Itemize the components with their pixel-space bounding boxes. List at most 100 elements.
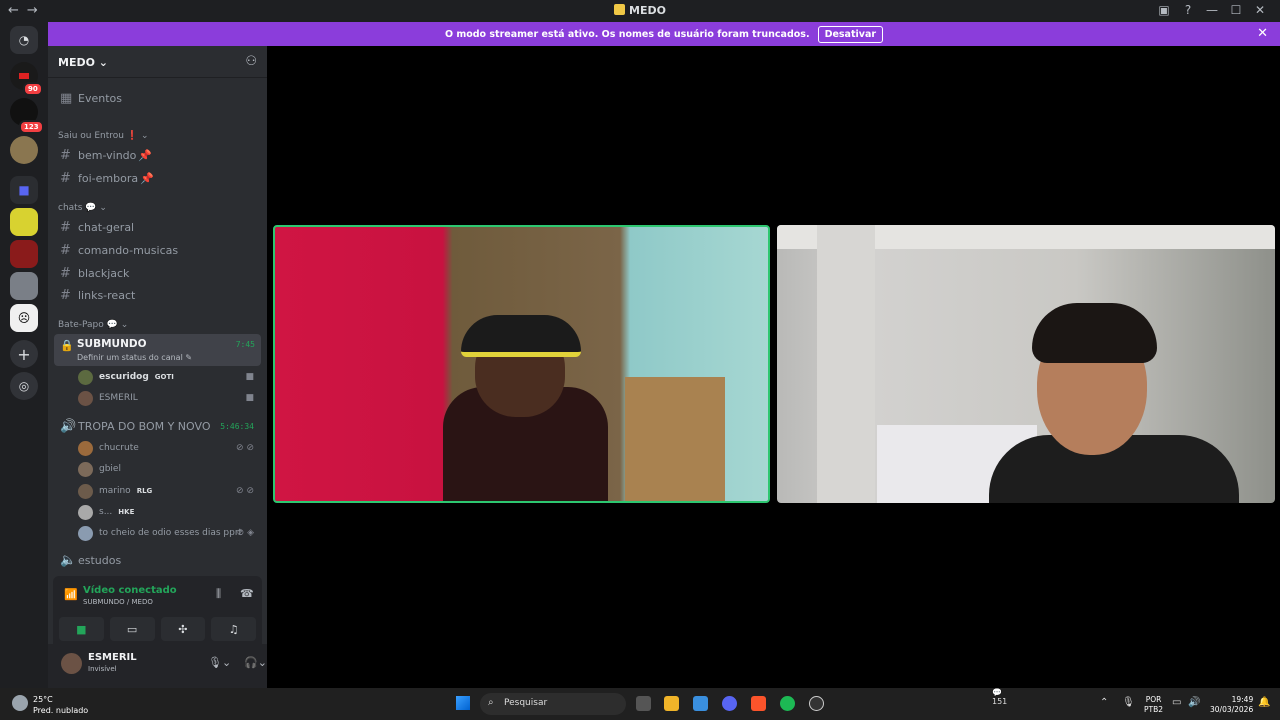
steam-icon[interactable] bbox=[809, 696, 824, 711]
channel-item[interactable]: # foi-embora 📌 bbox=[54, 167, 260, 189]
door-shape bbox=[817, 225, 875, 503]
noise-suppression-icon[interactable]: ⫼ bbox=[216, 587, 221, 601]
inbox-icon[interactable]: ▣ bbox=[1152, 3, 1176, 17]
video-tile[interactable] bbox=[273, 225, 770, 503]
clock-date: 30/03/2026 bbox=[1210, 705, 1254, 714]
banner-close-icon[interactable]: ✕ bbox=[1257, 26, 1268, 41]
channel-item[interactable]: # chat-geral bbox=[54, 216, 260, 238]
channel-name: blackjack bbox=[78, 266, 130, 280]
category-header[interactable]: Saiu ou Entrou ❗ ⌄ bbox=[58, 131, 149, 141]
hash-icon: # bbox=[60, 242, 71, 258]
weather-widget[interactable]: 25°C Pred. nublado bbox=[33, 694, 88, 716]
unread-badge: 90 bbox=[23, 82, 43, 96]
headphones-icon[interactable]: 🎧⌄ bbox=[244, 656, 267, 669]
events-item[interactable]: ▦ Eventos bbox=[54, 87, 260, 109]
member-name: marino bbox=[99, 486, 131, 496]
weather-text: Pred. nublado bbox=[33, 706, 89, 715]
chat-icon[interactable]: 💬 151 bbox=[992, 688, 1007, 706]
disconnect-icon[interactable]: ☎ bbox=[240, 587, 254, 600]
member-name: escuridog bbox=[99, 372, 149, 382]
clock-time: 19:49 bbox=[1231, 695, 1254, 704]
username[interactable]: ESMERIL bbox=[88, 652, 137, 663]
windows-start-icon[interactable] bbox=[456, 696, 470, 710]
streamer-mode-banner: O modo streamer está ativo. Os nomes de … bbox=[48, 22, 1280, 46]
taskbar-search[interactable]: ⌕ Pesquisar bbox=[480, 693, 626, 715]
drawer-shape bbox=[625, 377, 725, 501]
category-header[interactable]: chats 💬 ⌄ bbox=[58, 203, 107, 213]
language-code: POR bbox=[1145, 695, 1162, 704]
voice-status[interactable]: Vídeo conectado bbox=[83, 585, 177, 596]
spotify-icon[interactable] bbox=[780, 696, 795, 711]
minimize-button[interactable]: — bbox=[1200, 3, 1224, 17]
voice-member[interactable]: gbiel bbox=[78, 459, 258, 479]
channel-item[interactable]: # comando-musicas bbox=[54, 239, 260, 261]
voice-member[interactable]: chucrute ⊘ ⊘ bbox=[78, 438, 258, 458]
tray-expand-icon[interactable]: ⌃ bbox=[1100, 697, 1108, 708]
add-server-icon[interactable]: + bbox=[10, 340, 38, 368]
hash-icon: # bbox=[60, 287, 71, 303]
channel-name: chat-geral bbox=[78, 220, 135, 234]
server-icon[interactable] bbox=[10, 208, 38, 236]
avatar bbox=[78, 461, 93, 477]
events-label: Eventos bbox=[78, 91, 122, 105]
temperature: 25°C bbox=[33, 695, 53, 704]
invite-icon[interactable]: ⚇ bbox=[245, 54, 257, 69]
language-indicator[interactable]: POR PTB2 bbox=[1144, 695, 1163, 715]
store-icon[interactable] bbox=[693, 696, 708, 711]
camera-button[interactable]: ■ bbox=[59, 617, 104, 641]
category-name: chats bbox=[58, 203, 83, 213]
video-tile[interactable] bbox=[777, 225, 1275, 503]
voice-member[interactable]: s... HKE bbox=[78, 502, 258, 522]
microphone-icon[interactable]: 🎙⌄ bbox=[208, 656, 231, 669]
camera-icon: ■ bbox=[245, 393, 254, 403]
server-icon[interactable]: ☹ bbox=[10, 304, 38, 332]
notification-icon[interactable]: 🔔 bbox=[1258, 697, 1270, 708]
voice-member[interactable]: ESMERIL ■ bbox=[78, 388, 258, 408]
channel-item[interactable]: # bem-vindo 📌 bbox=[54, 144, 260, 166]
close-button[interactable]: ✕ bbox=[1248, 3, 1272, 17]
channel-status[interactable]: Definir um status do canal ✎ bbox=[77, 353, 192, 362]
help-icon[interactable]: ? bbox=[1176, 3, 1200, 17]
screen-share-button[interactable]: ▭ bbox=[109, 617, 155, 641]
file-explorer-icon[interactable] bbox=[664, 696, 679, 711]
avatar[interactable] bbox=[61, 653, 82, 674]
deafened-icon: ⊘ ◈ bbox=[236, 528, 254, 538]
discord-icon[interactable] bbox=[722, 696, 737, 711]
voice-channel[interactable]: 🔈 estudos bbox=[54, 549, 260, 571]
voice-actions: ■ ▭ ✣ ♫ bbox=[53, 614, 262, 644]
channel-name: bem-vindo bbox=[78, 148, 137, 162]
server-icon[interactable] bbox=[10, 136, 38, 164]
weather-icon[interactable] bbox=[12, 695, 28, 711]
hair-shape bbox=[1032, 303, 1157, 363]
soundboard-button[interactable]: ♫ bbox=[211, 617, 256, 641]
keyboard-layout: PTB2 bbox=[1144, 705, 1164, 714]
folder-icon[interactable]: ■ bbox=[10, 176, 38, 204]
discover-icon[interactable]: ◎ bbox=[10, 372, 38, 400]
channel-item[interactable]: # links-react bbox=[54, 284, 260, 306]
discord-home-icon[interactable]: ◔ bbox=[10, 26, 38, 54]
voice-member[interactable]: to cheio de odio esses dias pprt ⊘ ◈ bbox=[78, 523, 258, 543]
server-icon[interactable] bbox=[10, 240, 38, 268]
channel-sidebar: MEDO ⌄ ⚇ ▦ Eventos Saiu ou Entrou ❗ ⌄ # be… bbox=[48, 46, 294, 688]
maximize-button[interactable]: ☐ bbox=[1224, 3, 1248, 17]
network-icon[interactable]: ▭ bbox=[1172, 697, 1181, 708]
clock[interactable]: 19:49 30/03/2026 bbox=[1210, 695, 1253, 715]
hash-icon: # bbox=[60, 265, 71, 281]
activities-button[interactable]: ✣ bbox=[160, 617, 206, 641]
server-icon[interactable] bbox=[10, 272, 38, 300]
brave-icon[interactable] bbox=[751, 696, 766, 711]
server-header[interactable]: MEDO ⌄ ⚇ bbox=[48, 46, 267, 78]
avatar bbox=[78, 483, 93, 499]
volume-icon[interactable]: 🔊 bbox=[1188, 697, 1200, 708]
voice-member[interactable]: escuridog GOTI ■ bbox=[78, 367, 258, 387]
avatar bbox=[78, 390, 93, 406]
voice-channel-active[interactable]: 🔒 SUBMUNDO Definir um status do canal ✎ … bbox=[54, 334, 261, 366]
channel-item[interactable]: # blackjack bbox=[54, 262, 260, 284]
category-header[interactable]: Bate-Papo 💬 ⌄ bbox=[58, 320, 128, 330]
voice-channel[interactable]: 🔊 TROPA DO BOM Y NOVO 5:46:34 bbox=[54, 415, 260, 437]
task-view-icon[interactable] bbox=[636, 696, 651, 711]
disable-streamer-button[interactable]: Desativar bbox=[817, 25, 884, 43]
voice-location[interactable]: SUBMUNDO / MEDO bbox=[83, 598, 153, 606]
microphone-tray-icon[interactable]: 🎙 bbox=[1122, 697, 1135, 708]
voice-member[interactable]: marino RLG ⊘ ⊘ bbox=[78, 481, 258, 501]
